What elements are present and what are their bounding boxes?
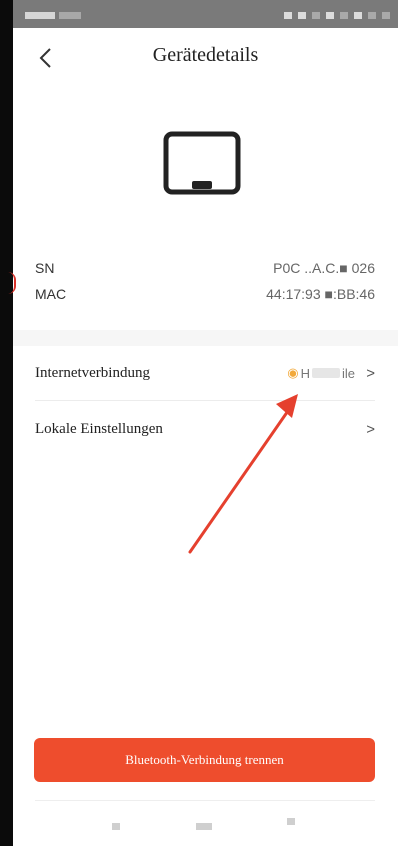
mac-label: MAC (35, 286, 67, 302)
bluetooth-disconnect-button[interactable]: Bluetooth-Verbindung trennen (34, 738, 375, 782)
chevron-right-icon: > (366, 421, 375, 438)
chevron-right-icon: > (366, 365, 375, 382)
nav-home-indicator[interactable] (196, 823, 212, 830)
internet-value: ◉ H ile (287, 365, 355, 381)
status-icons (284, 12, 390, 19)
internet-label: Internetverbindung (35, 365, 150, 381)
tablet-device-icon (163, 131, 241, 195)
nav-back-indicator[interactable] (112, 823, 120, 830)
status-time-blur (59, 12, 81, 19)
sn-label: SN (35, 260, 55, 276)
menu-item-local-settings[interactable]: Lokale Einstellungen > (35, 404, 375, 458)
internet-value-suffix: ile (341, 365, 355, 381)
status-carrier-blur (25, 12, 55, 19)
wifi-icon: ◉ (287, 365, 299, 380)
mac-value: 44:17:93 ■:BB:46 (266, 286, 375, 302)
section-separator (13, 330, 398, 346)
sn-row: SN P0C ..A.C.■ 026 (35, 260, 375, 280)
nav-recent-indicator[interactable] (287, 818, 295, 825)
internet-value-blur (311, 368, 340, 378)
status-bar (13, 0, 398, 28)
menu-item-internet[interactable]: Internetverbindung ◉ H ile > (35, 348, 375, 402)
bottom-divider (35, 800, 375, 801)
mac-row: MAC 44:17:93 ■:BB:46 (35, 286, 375, 306)
left-black-edge (0, 0, 13, 846)
page-title: Gerätedetails (152, 44, 259, 66)
header: Gerätedetails (13, 28, 398, 88)
menu-divider (35, 400, 375, 401)
internet-value-prefix: H (300, 365, 310, 381)
sn-value: P0C ..A.C.■ 026 (273, 260, 375, 276)
local-settings-label: Lokale Einstellungen (35, 421, 163, 437)
left-red-mark (8, 272, 16, 294)
